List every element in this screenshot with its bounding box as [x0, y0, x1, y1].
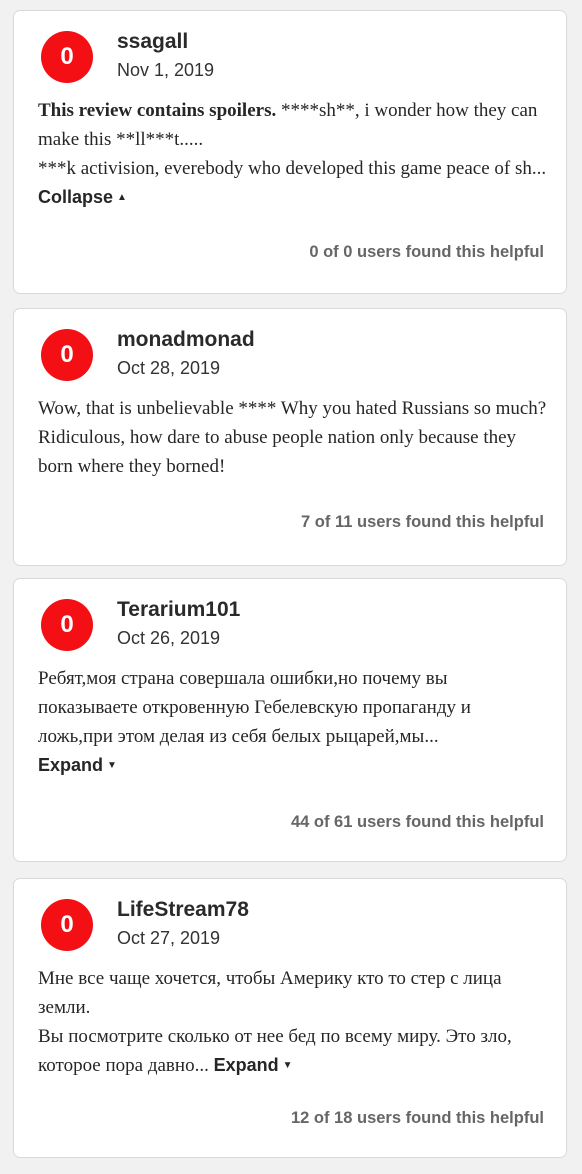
review-body: Wow, that is unbelievable **** Why you h…	[38, 394, 550, 481]
review-date: Oct 27, 2019	[117, 928, 221, 948]
review-body: Ребят,моя страна совершала ошибки,но поч…	[38, 664, 550, 780]
review-text: Ребят,моя страна совершала ошибки,но поч…	[38, 668, 471, 747]
review-body: This review contains spoilers. ****sh**,…	[38, 96, 550, 212]
review-card: 0 LifeStream78 Oct 27, 2019 Мне все чаще…	[13, 878, 567, 1158]
reviewer-username[interactable]: monadmonad	[117, 328, 255, 352]
review-date: Nov 1, 2019	[117, 60, 215, 80]
reviewer-username[interactable]: ssagall	[117, 30, 188, 54]
expand-label: Expand	[213, 1055, 279, 1075]
review-date: Oct 26, 2019	[117, 628, 221, 648]
helpful-count: 0 of 0 users found this helpful	[309, 243, 544, 261]
reviewer-username[interactable]: LifeStream78	[117, 898, 249, 922]
expand-button[interactable]: Expand ▼	[38, 755, 117, 775]
metascore-badge: 0	[41, 599, 93, 651]
triangle-up-icon: ▲	[117, 192, 127, 203]
review-date: Oct 28, 2019	[117, 358, 221, 378]
review-card: 0 monadmonad Oct 28, 2019 Wow, that is u…	[13, 308, 567, 566]
triangle-down-icon: ▼	[107, 760, 117, 771]
expand-label: Expand	[38, 755, 104, 775]
review-card: 0 Terarium101 Oct 26, 2019 Ребят,моя стр…	[13, 578, 567, 862]
expand-button[interactable]: Expand ▼	[214, 1055, 293, 1075]
review-body: Мне все чаще хочется, чтобы Америку кто …	[38, 964, 550, 1080]
review-list: 0 ssagall Nov 1, 2019 This review contai…	[0, 0, 582, 1174]
metascore-badge: 0	[41, 329, 93, 381]
metascore-badge: 0	[41, 899, 93, 951]
metascore-badge: 0	[41, 31, 93, 83]
triangle-down-icon: ▼	[282, 1060, 293, 1071]
review-card: 0 ssagall Nov 1, 2019 This review contai…	[13, 10, 567, 294]
reviewer-username[interactable]: Terarium101	[117, 598, 240, 622]
collapse-button[interactable]: Collapse ▲	[38, 187, 127, 207]
helpful-count: 12 of 18 users found this helpful	[290, 1109, 544, 1127]
spoiler-label: This review contains spoilers.	[38, 100, 277, 121]
collapse-label: Collapse	[38, 187, 114, 207]
review-text: Wow, that is unbelievable **** Why you h…	[38, 398, 547, 477]
helpful-count: 44 of 61 users found this helpful	[290, 813, 544, 831]
helpful-count: 7 of 11 users found this helpful	[301, 513, 544, 531]
